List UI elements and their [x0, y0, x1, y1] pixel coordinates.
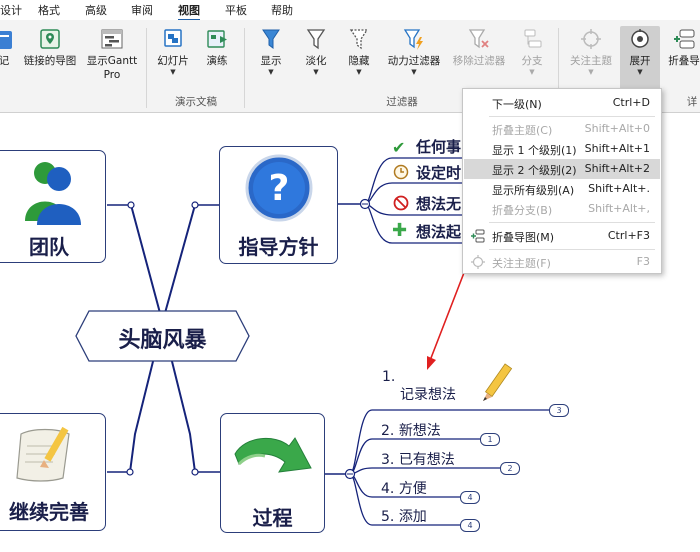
tab-review[interactable]: 审阅	[131, 2, 153, 18]
subtopic-label: 想法无	[416, 195, 462, 213]
tab-tablet[interactable]: 平板	[225, 2, 247, 18]
crosshair-icon	[471, 255, 485, 269]
branch-icon	[520, 26, 544, 52]
gantt-icon	[100, 26, 124, 52]
focus-topic-button[interactable]: 关注主题 ▼	[566, 26, 616, 76]
note-button[interactable]: 记	[0, 26, 12, 68]
funnel-outline-icon	[304, 26, 328, 52]
tab-help[interactable]: 帮助	[271, 2, 293, 18]
step-label: 3. 已有想法	[381, 452, 455, 468]
collapse-map-icon	[672, 26, 696, 52]
menu-item-show-2-levels[interactable]: 显示 2 个级别(2) Shift+Alt+2	[464, 159, 660, 179]
chevron-down-icon: ▼	[411, 68, 417, 76]
note-icon	[0, 26, 20, 52]
step-label: 记录想法	[400, 387, 456, 403]
dynamic-filter-button[interactable]: 动力过滤器 ▼	[384, 26, 444, 76]
central-topic-label: 头脑风暴	[118, 327, 207, 353]
tab-design[interactable]: 设计	[0, 2, 22, 18]
slideshow-icon	[161, 26, 185, 52]
step-label: 4. 方便	[381, 481, 427, 497]
hide-filter-button[interactable]: 隐藏 ▼	[340, 26, 378, 76]
funnel-remove-icon	[467, 26, 491, 52]
subtopic-label: 任何事	[416, 138, 462, 156]
group-label-details: 详	[686, 96, 698, 108]
menu-item-show-1-level[interactable]: 显示 1 个级别(1) Shift+Alt+1	[464, 139, 660, 159]
arrow-icon	[231, 426, 315, 486]
step-label: 5. 添加	[381, 509, 427, 525]
collapse-map-button[interactable]: 折叠导	[664, 26, 700, 68]
central-topic[interactable]: 头脑风暴	[75, 310, 250, 362]
menu-item-collapse-map[interactable]: 折叠导图(M) Ctrl+F3	[464, 226, 660, 246]
funnel-lightning-icon	[402, 26, 426, 52]
scroll-pencil-icon	[13, 420, 83, 486]
menu-item-collapse-branch[interactable]: 折叠分支(B) Shift+Alt+,	[464, 199, 660, 219]
ribbon-separator	[146, 28, 147, 108]
priority-badge: 2	[500, 462, 520, 475]
team-icon	[21, 157, 81, 227]
subtopic-label: 设定时	[416, 164, 462, 182]
crosshair-icon	[579, 26, 603, 52]
chevron-down-icon: ▼	[529, 68, 535, 76]
expand-icon	[628, 26, 652, 52]
subtopic-label: 想法起	[416, 223, 462, 241]
priority-badge: 4	[460, 519, 480, 532]
priority-badge: 4	[460, 491, 480, 504]
chevron-down-icon: ▼	[313, 68, 319, 76]
chevron-down-icon: ▼	[170, 68, 176, 76]
linked-map-icon	[38, 26, 62, 52]
expand-dropdown-menu: 下一级(N) Ctrl+D 折叠主题(C) Shift+Alt+0 显示 1 个…	[462, 88, 662, 274]
step-number: 1.	[382, 369, 396, 385]
checkmark-icon: ✔	[392, 138, 406, 157]
collapse-map-icon	[471, 229, 485, 243]
rehearse-icon	[205, 26, 229, 52]
chevron-down-icon: ▼	[268, 68, 274, 76]
remove-filter-button[interactable]: 移除过滤器	[448, 26, 510, 68]
menu-item-next-level[interactable]: 下一级(N) Ctrl+D	[464, 93, 660, 113]
priority-badge: 1	[480, 433, 500, 446]
tab-format[interactable]: 格式	[38, 2, 60, 18]
linked-map-button[interactable]: 链接的导图	[22, 26, 78, 68]
tab-view[interactable]: 视图	[178, 2, 200, 21]
topic-process[interactable]: 过程	[220, 413, 325, 533]
help-icon: ?	[244, 153, 314, 223]
plus-icon: ✚	[392, 220, 408, 241]
pencil-icon	[483, 363, 513, 401]
menu-separator	[489, 222, 655, 223]
group-label-presentation: 演示文稿	[175, 96, 217, 108]
topic-team-label: 团队	[29, 235, 69, 259]
chevron-down-icon: ▼	[588, 68, 594, 76]
gantt-pro-button[interactable]: 显示Gantt Pro	[84, 26, 140, 82]
menu-bar: 设计 格式 高级 审阅 视图 平板 帮助	[0, 0, 700, 21]
topic-continue[interactable]: 继续完善	[0, 413, 106, 531]
rehearse-button[interactable]: 演练	[198, 26, 236, 68]
chevron-down-icon: ▼	[637, 68, 643, 76]
menu-item-focus-topic[interactable]: 关注主题(F) F3	[464, 252, 660, 272]
clock-icon	[393, 164, 409, 180]
topic-team[interactable]: 团队	[0, 150, 106, 263]
tab-advanced[interactable]: 高级	[85, 2, 107, 18]
prohibited-icon	[393, 195, 409, 211]
topic-guide-label: 指导方针	[238, 235, 319, 259]
topic-continue-label: 继续完善	[9, 500, 89, 524]
priority-badge: 3	[549, 404, 569, 417]
ribbon-separator	[244, 28, 245, 108]
svg-text:?: ?	[269, 168, 290, 209]
topic-guide[interactable]: ? 指导方针	[219, 146, 338, 264]
topic-process-label: 过程	[252, 506, 293, 530]
menu-item-collapse-topic[interactable]: 折叠主题(C) Shift+Alt+0	[464, 119, 660, 139]
slideshow-button[interactable]: 幻灯片 ▼	[152, 26, 194, 76]
menu-item-show-all-levels[interactable]: 显示所有级别(A) Shift+Alt+.	[464, 179, 660, 199]
funnel-icon	[259, 26, 283, 52]
chevron-down-icon: ▼	[356, 68, 362, 76]
menu-separator	[489, 116, 655, 117]
funnel-dashed-icon	[347, 26, 371, 52]
fade-filter-button[interactable]: 淡化 ▼	[297, 26, 335, 76]
show-filter-button[interactable]: 显示 ▼	[252, 26, 290, 76]
expand-button[interactable]: 展开 ▼	[620, 26, 660, 92]
menu-separator	[489, 249, 655, 250]
branch-button[interactable]: 分支 ▼	[514, 26, 550, 76]
step-label: 2. 新想法	[381, 423, 441, 439]
